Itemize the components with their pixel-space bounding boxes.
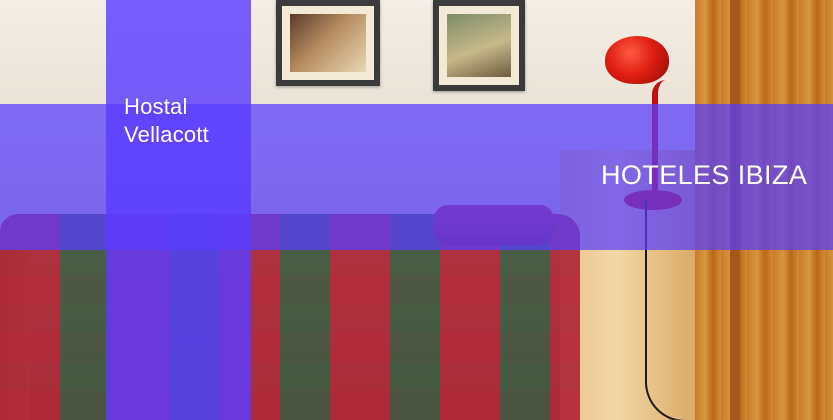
category-title[interactable]: HOTELES IBIZA [601,160,807,190]
lamp-shade [605,36,669,84]
wall-picture-frame [276,0,380,86]
hotel-name[interactable]: Hostal Vellacott [124,93,244,149]
overlay-vertical-band [106,0,251,420]
wall-picture-frame [433,0,525,91]
picture-image [447,14,511,77]
hero-banner: Hostal Vellacott HOTELES IBIZA [0,0,833,420]
picture-image [290,14,366,72]
